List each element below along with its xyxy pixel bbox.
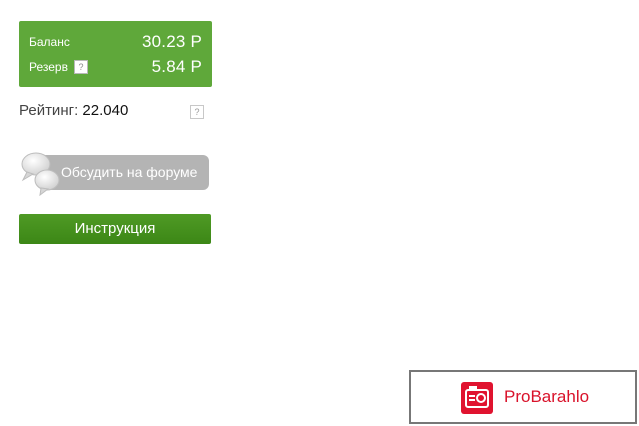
reserve-help-icon[interactable]: ? <box>73 60 88 74</box>
instruction-button[interactable]: Инструкция <box>19 214 211 244</box>
forum-button-label: Обсудить на форуме <box>61 164 198 180</box>
probarahlo-watermark: ProBarahlo <box>409 370 637 424</box>
rating-help-icon[interactable]: ? <box>190 105 204 119</box>
balance-panel: Баланс 30.23 Р Резерв ? 5.84 Р <box>19 21 212 87</box>
speech-bubbles-icon <box>21 152 60 196</box>
reserve-row: Резерв ? 5.84 Р <box>29 55 202 79</box>
rating-label: Рейтинг: <box>19 102 79 119</box>
rating-value: 22.040 <box>82 102 129 119</box>
reserve-label-wrap: Резерв ? <box>29 60 88 74</box>
watermark-text: ProBarahlo <box>504 387 590 406</box>
page: Баланс 30.23 Р Резерв ? 5.84 Р Рейтинг: … <box>0 0 639 426</box>
balance-value: 30.23 Р <box>141 32 202 51</box>
balance-label: Баланс <box>29 35 70 49</box>
forum-button[interactable]: Обсудить на форуме <box>19 150 209 196</box>
reserve-label: Резерв <box>29 60 68 74</box>
reserve-value: 5.84 Р <box>151 57 202 76</box>
camera-icon <box>461 382 493 414</box>
balance-row: Баланс 30.23 Р <box>29 30 202 54</box>
rating: Рейтинг: 22.040 <box>19 102 128 119</box>
